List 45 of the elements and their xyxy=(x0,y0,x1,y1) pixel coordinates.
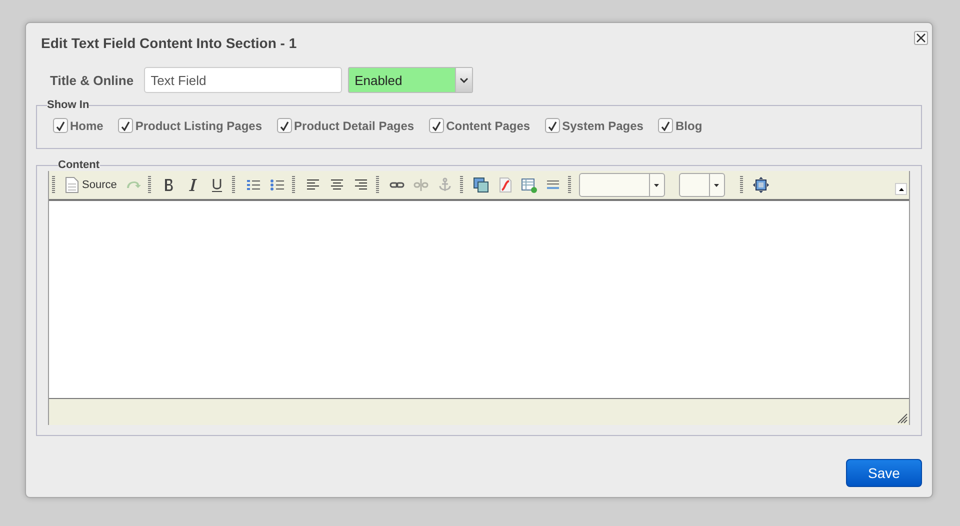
checkbox-label: Product Detail Pages xyxy=(294,118,414,132)
numbered-list-icon xyxy=(244,177,261,193)
check-icon xyxy=(548,120,558,130)
group-legend: Content xyxy=(58,159,100,171)
dialog-title: Edit Text Field Content Into Section - 1 xyxy=(41,35,297,51)
checkbox-label: Home xyxy=(70,118,104,132)
resize-handle-icon[interactable] xyxy=(897,413,908,424)
close-button[interactable] xyxy=(914,31,928,45)
flash-icon xyxy=(496,177,513,193)
bullet-list-icon xyxy=(268,177,285,193)
maximize-icon xyxy=(752,177,769,193)
status-dropdown[interactable]: Enabled xyxy=(348,67,473,93)
checkbox[interactable] xyxy=(545,118,560,133)
caret-icon xyxy=(654,184,660,186)
image-icon xyxy=(472,177,489,193)
maximize-button[interactable] xyxy=(750,175,771,195)
table-icon xyxy=(520,177,537,193)
image-button[interactable] xyxy=(470,175,491,195)
source-button[interactable]: Source xyxy=(63,175,119,195)
caret-icon xyxy=(898,188,904,190)
check-icon xyxy=(121,120,130,130)
group-legend: Show In xyxy=(47,99,90,111)
checkbox-label: System Pages xyxy=(562,118,644,132)
title-input[interactable]: Text Field xyxy=(144,67,342,93)
field-label: Title & Online xyxy=(50,72,134,88)
checkbox[interactable] xyxy=(53,118,68,133)
collapse-button[interactable] xyxy=(895,183,907,195)
check-icon xyxy=(280,120,290,130)
checkbox[interactable] xyxy=(277,118,292,133)
checkbox[interactable] xyxy=(118,118,134,133)
caret-icon xyxy=(460,78,468,82)
checkbox-label: Product Listing Pages xyxy=(135,118,262,132)
unlink-icon xyxy=(412,177,429,193)
anchor-icon xyxy=(436,177,453,193)
check-icon xyxy=(661,120,670,130)
caret-icon xyxy=(714,184,720,186)
checkbox-label: Blog xyxy=(675,118,702,132)
checkbox[interactable] xyxy=(658,118,674,133)
check-icon xyxy=(56,120,65,130)
save-button[interactable]: Save xyxy=(846,459,922,487)
checkbox[interactable] xyxy=(429,118,444,133)
document-icon xyxy=(65,177,79,193)
close-icon xyxy=(916,33,926,43)
check-icon xyxy=(432,120,442,130)
checkbox-label: Content Pages xyxy=(446,118,530,132)
